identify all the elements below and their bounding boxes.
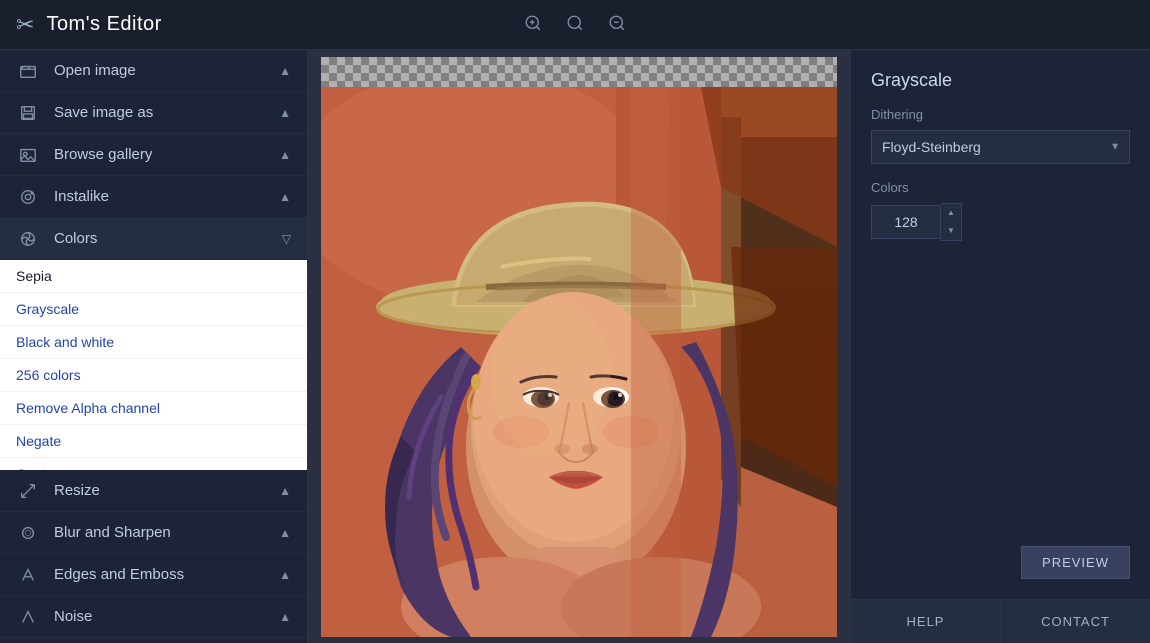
- panel-bottom-buttons: HELP CONTACT: [851, 599, 1150, 643]
- right-panel: Grayscale Dithering Floyd-Steinberg Baye…: [850, 50, 1150, 643]
- logo-icon: ✂: [16, 12, 34, 38]
- sidebar-item-edges-emboss[interactable]: Edges and Emboss ▲: [0, 554, 307, 596]
- panel-spacer: [851, 257, 1150, 538]
- sidebar-item-browse-gallery[interactable]: Browse gallery ▲: [0, 134, 307, 176]
- zoom-reset-icon[interactable]: [566, 12, 584, 38]
- main: Open image ▲ Save image as ▲: [0, 50, 1150, 643]
- sidebar-item-save-label: Save image as: [54, 104, 279, 121]
- sidebar-item-blur-arrow: ▲: [279, 526, 291, 540]
- canvas-image: [321, 87, 837, 637]
- app-title: Tom's Editor: [46, 13, 161, 36]
- spinbox-up-button[interactable]: ▲: [941, 204, 961, 222]
- sidebar-item-open-image-arrow: ▲: [279, 64, 291, 78]
- instalike-icon: [16, 185, 40, 209]
- sidebar-item-instalike-arrow: ▲: [279, 190, 291, 204]
- colors-input[interactable]: [871, 205, 941, 239]
- dithering-label: Dithering: [871, 107, 1130, 122]
- zoom-in-icon[interactable]: [524, 12, 542, 38]
- dropdown-item-black-white[interactable]: Black and white: [0, 326, 307, 359]
- sidebar-item-instalike[interactable]: Instalike ▲: [0, 176, 307, 218]
- sidebar-item-edges-arrow: ▲: [279, 568, 291, 582]
- sidebar-item-noise-label: Noise: [54, 608, 279, 625]
- header: ✂ Tom's Editor: [0, 0, 1150, 50]
- contact-button[interactable]: CONTACT: [1001, 600, 1150, 643]
- dithering-section: Dithering Floyd-Steinberg Bayer Atkinson…: [851, 107, 1150, 180]
- sidebar-item-resize[interactable]: Resize ▲: [0, 470, 307, 512]
- dropdown-item-negate[interactable]: Negate: [0, 425, 307, 458]
- noise-icon: [16, 605, 40, 629]
- blur-icon: [16, 521, 40, 545]
- dropdown-item-remove-alpha[interactable]: Remove Alpha channel: [0, 392, 307, 425]
- sidebar-item-colors[interactable]: Colors ▽: [0, 218, 307, 260]
- resize-icon: [16, 479, 40, 503]
- preview-button[interactable]: PREVIEW: [1021, 546, 1130, 579]
- sidebar-item-colors-label: Colors: [54, 230, 282, 247]
- sidebar-item-browse-label: Browse gallery: [54, 146, 279, 163]
- canvas-area: [308, 50, 850, 643]
- panel-title: Grayscale: [851, 50, 1150, 107]
- colors-section: Colors ▲ ▼: [851, 180, 1150, 257]
- save-icon: [16, 101, 40, 125]
- sidebar-item-edges-label: Edges and Emboss: [54, 566, 279, 583]
- sidebar-item-blur-label: Blur and Sharpen: [54, 524, 279, 541]
- sidebar-item-blur-sharpen[interactable]: Blur and Sharpen ▲: [0, 512, 307, 554]
- zoom-out-icon[interactable]: [608, 12, 626, 38]
- sidebar-item-save-arrow: ▲: [279, 106, 291, 120]
- colors-dropdown-list: Sepia Grayscale Black and white 256 colo…: [0, 260, 307, 470]
- colors-spinbox: ▲ ▼: [871, 203, 1130, 241]
- spinbox-arrows: ▲ ▼: [941, 203, 962, 241]
- header-tools: [524, 12, 626, 38]
- dithering-select[interactable]: Floyd-Steinberg Bayer Atkinson Ordered N…: [871, 130, 1130, 164]
- spinbox-down-button[interactable]: ▼: [941, 222, 961, 240]
- dithering-select-wrapper: Floyd-Steinberg Bayer Atkinson Ordered N…: [871, 130, 1130, 164]
- colors-dropdown: Sepia Grayscale Black and white 256 colo…: [0, 260, 307, 470]
- sidebar-item-browse-arrow: ▲: [279, 148, 291, 162]
- sidebar-item-resize-arrow: ▲: [279, 484, 291, 498]
- sidebar-item-open-image[interactable]: Open image ▲: [0, 50, 307, 92]
- sidebar-item-save-image[interactable]: Save image as ▲: [0, 92, 307, 134]
- colors-label: Colors: [871, 180, 1130, 195]
- sidebar-item-noise[interactable]: Noise ▲: [0, 596, 307, 638]
- sidebar-item-instalike-label: Instalike: [54, 188, 279, 205]
- dropdown-item-256-colors[interactable]: 256 colors: [0, 359, 307, 392]
- sidebar-item-colors-arrow: ▽: [282, 232, 291, 246]
- sidebar-item-open-image-label: Open image: [54, 62, 279, 79]
- dropdown-item-contrast[interactable]: Contrast: [0, 458, 307, 470]
- dropdown-item-sepia[interactable]: Sepia: [0, 260, 307, 293]
- help-button[interactable]: HELP: [851, 600, 1001, 643]
- sidebar-item-resize-label: Resize: [54, 482, 279, 499]
- sidebar-item-noise-arrow: ▲: [279, 610, 291, 624]
- folder-icon: [16, 59, 40, 83]
- gallery-icon: [16, 143, 40, 167]
- colors-icon: [16, 227, 40, 251]
- image-container: [321, 57, 837, 637]
- dropdown-item-grayscale[interactable]: Grayscale: [0, 293, 307, 326]
- sidebar: Open image ▲ Save image as ▲: [0, 50, 308, 643]
- edges-icon: [16, 563, 40, 587]
